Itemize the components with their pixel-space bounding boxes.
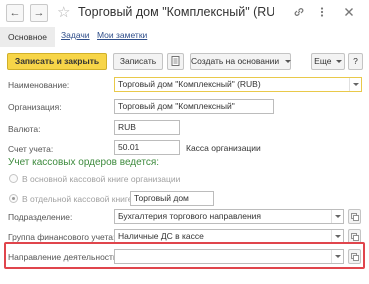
window-title: Торговый дом "Комплексный" (RUB) (Ка...: [78, 5, 274, 19]
create-based-on-label: Создать на основании: [191, 56, 280, 66]
open-icon: [350, 213, 359, 221]
arrow-left-icon: ←: [9, 7, 21, 19]
more-label: Еще: [314, 56, 332, 66]
more-button[interactable]: Еще: [311, 53, 345, 70]
help-button[interactable]: ?: [348, 53, 363, 70]
account-label: Счет учета:: [8, 144, 54, 154]
separate-book-field[interactable]: Торговый дом: [130, 191, 214, 206]
tab-my-notes[interactable]: Мои заметки: [97, 30, 147, 40]
division-label: Подразделение:: [8, 212, 73, 222]
radio-main-book-label: В основной кассовой книге организации: [22, 174, 181, 184]
currency-value: RUB: [118, 122, 136, 132]
organization-field[interactable]: Торговый дом "Комплексный": [114, 99, 274, 114]
chevron-down-icon[interactable]: [331, 250, 343, 263]
chevron-down-icon: [335, 60, 342, 64]
close-icon[interactable]: [343, 6, 355, 22]
back-button[interactable]: ←: [6, 4, 24, 22]
radio-separate-book[interactable]: [9, 194, 18, 203]
link-icon[interactable]: [293, 6, 305, 22]
radio-main-book[interactable]: [9, 174, 18, 183]
section-title: Учет кассовых ордеров ведется:: [8, 157, 160, 168]
fin-group-label: Группа финансового учета:: [8, 232, 116, 242]
chevron-down-icon[interactable]: [331, 210, 343, 223]
save-and-close-button[interactable]: Записать и закрыть: [7, 53, 107, 70]
fin-group-value: Наличные ДС в кассе: [118, 231, 204, 241]
separate-book-value: Торговый дом: [134, 193, 189, 203]
forward-button[interactable]: →: [30, 4, 48, 22]
create-based-on-button[interactable]: Создать на основании: [190, 53, 291, 70]
account-hint: Касса организации: [186, 143, 261, 153]
direction-label: Направление деятельности:: [8, 252, 121, 262]
name-label: Наименование:: [8, 80, 70, 90]
radio-separate-book-label: В отдельной кассовой книге: [22, 194, 133, 204]
open-icon: [350, 233, 359, 241]
favorite-star-icon[interactable]: ☆: [57, 3, 70, 23]
arrow-right-icon: →: [33, 7, 45, 19]
print-button[interactable]: [167, 53, 184, 70]
division-field[interactable]: Бухгалтерия торгового направления: [114, 209, 344, 224]
open-icon: [350, 253, 359, 261]
tab-bar: Основное Задачи Мои заметки: [0, 27, 369, 47]
account-field[interactable]: 50.01: [114, 140, 180, 155]
direction-field[interactable]: [114, 249, 344, 264]
currency-field[interactable]: RUB: [114, 120, 180, 135]
tab-tasks[interactable]: Задачи: [61, 30, 90, 40]
name-value: Торговый дом "Комплексный" (RUB): [118, 79, 261, 89]
open-direction-button[interactable]: [348, 249, 361, 264]
division-value: Бухгалтерия торгового направления: [118, 211, 262, 221]
more-icon[interactable]: [316, 6, 328, 22]
document-icon: [171, 56, 180, 66]
tab-main[interactable]: Основное: [0, 27, 55, 47]
name-field[interactable]: Торговый дом "Комплексный" (RUB): [114, 77, 362, 92]
organization-value: Торговый дом "Комплексный": [118, 101, 235, 111]
account-value: 50.01: [118, 142, 140, 152]
chevron-down-icon[interactable]: [349, 78, 361, 91]
open-division-button[interactable]: [348, 209, 361, 224]
currency-label: Валюта:: [8, 124, 41, 134]
save-button[interactable]: Записать: [113, 53, 163, 70]
chevron-down-icon: [284, 60, 291, 64]
organization-label: Организация:: [8, 102, 62, 112]
